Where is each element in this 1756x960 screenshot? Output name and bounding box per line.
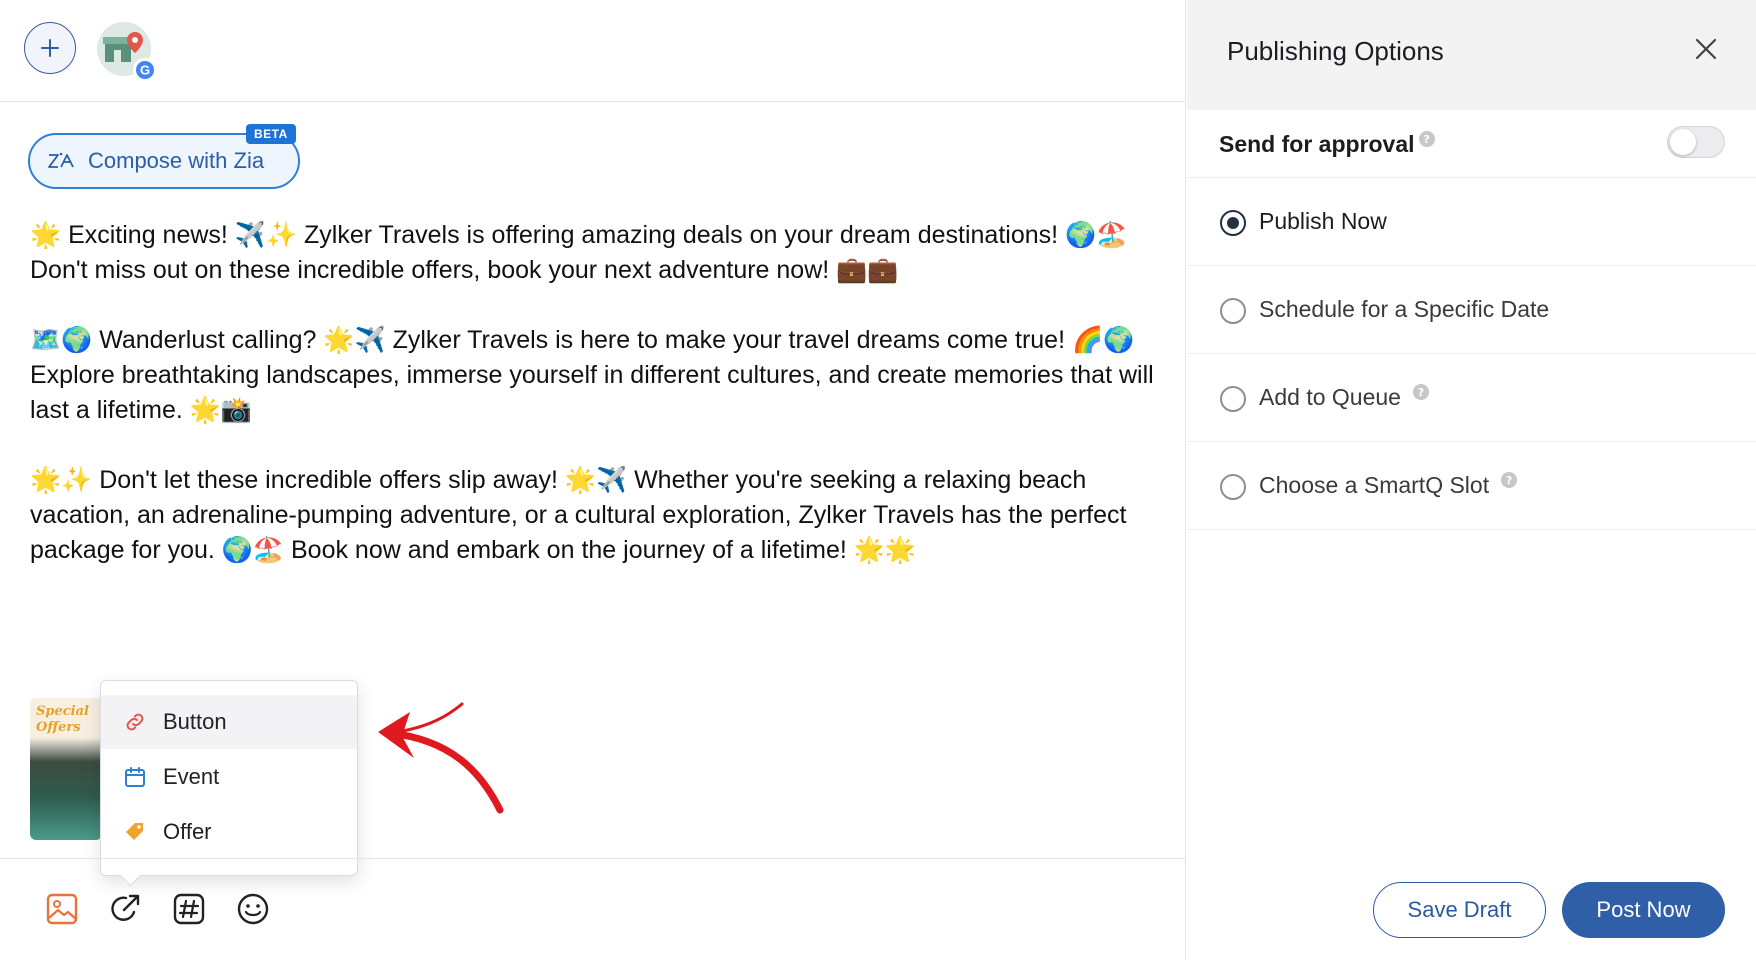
- radio-button[interactable]: [1220, 210, 1246, 236]
- help-icon[interactable]: ?: [1412, 384, 1429, 400]
- add-image-button[interactable]: [42, 889, 82, 929]
- plus-icon: [41, 39, 59, 57]
- option-label: Choose a SmartQ Slot: [1259, 472, 1490, 498]
- option-smartq-slot[interactable]: Choose a SmartQ Slot?: [1187, 442, 1756, 530]
- option-publish-now[interactable]: Publish Now: [1187, 178, 1756, 266]
- hashtag-icon: [173, 893, 205, 925]
- hashtag-button[interactable]: [169, 889, 209, 929]
- profiles-bar: G: [0, 0, 1186, 102]
- menu-item-label: Event: [163, 764, 220, 789]
- close-icon: [1695, 38, 1717, 60]
- zia-label: Compose with Zia: [88, 148, 265, 173]
- tag-icon: [123, 820, 147, 844]
- save-draft-button[interactable]: Save Draft: [1373, 882, 1546, 938]
- zia-icon: [48, 152, 74, 168]
- post-now-button[interactable]: Post Now: [1562, 882, 1725, 938]
- emoji-button[interactable]: [233, 889, 273, 929]
- help-icon[interactable]: ?: [1501, 472, 1518, 488]
- radio-button[interactable]: [1220, 474, 1246, 500]
- menu-item-event[interactable]: Event: [101, 750, 357, 804]
- menu-item-label: Offer: [163, 819, 212, 844]
- post-paragraph: 🌟✨ Don't let these incredible offers sli…: [30, 466, 1127, 564]
- close-button[interactable]: [1689, 32, 1723, 66]
- action-type-menu: Button Event Offer: [100, 680, 358, 876]
- option-schedule-date[interactable]: Schedule for a Specific Date: [1187, 266, 1756, 354]
- approval-toggle[interactable]: [1667, 126, 1725, 158]
- action-arrow-icon: [111, 894, 140, 921]
- publishing-options-panel: Publishing Options Send for approval? Pu…: [1187, 0, 1756, 960]
- image-icon: [46, 893, 78, 925]
- option-add-to-queue[interactable]: Add to Queue?: [1187, 354, 1756, 442]
- link-icon: [123, 710, 147, 734]
- add-profile-button[interactable]: [24, 22, 76, 74]
- toggle-knob: [1670, 129, 1696, 155]
- send-for-approval-row: Send for approval?: [1187, 110, 1756, 178]
- svg-text:G: G: [140, 63, 150, 78]
- approval-label-text: Send for approval: [1219, 131, 1415, 157]
- gbp-profile-avatar[interactable]: G: [97, 22, 157, 82]
- help-icon[interactable]: ?: [1418, 131, 1435, 147]
- panel-header: Publishing Options: [1187, 0, 1756, 110]
- option-label-wrap: Add to Queue?: [1259, 384, 1429, 411]
- attached-image-thumbnail[interactable]: Special Offers: [30, 698, 102, 840]
- option-label: Schedule for a Specific Date: [1259, 296, 1550, 322]
- post-text-editor[interactable]: 🌟 Exciting news! ✈️✨ Zylker Travels is o…: [30, 218, 1170, 603]
- beta-badge: BETA: [246, 124, 296, 144]
- menu-item-button[interactable]: Button: [101, 695, 357, 749]
- send-for-approval-label: Send for approval?: [1219, 131, 1435, 158]
- panel-title: Publishing Options: [1227, 36, 1444, 66]
- google-badge-icon: G: [133, 58, 157, 82]
- menu-item-offer[interactable]: Offer: [101, 805, 357, 859]
- post-composer: G Compose with Zia BETA 🌟 Exciting news!…: [0, 0, 1186, 960]
- emoji-icon: [237, 893, 269, 925]
- option-label: Publish Now: [1259, 208, 1387, 234]
- post-paragraph: 🗺️🌍 Wanderlust calling? 🌟✈️ Zylker Trave…: [30, 326, 1154, 424]
- menu-item-label: Button: [163, 709, 227, 734]
- option-label-wrap: Choose a SmartQ Slot?: [1259, 472, 1518, 499]
- calendar-icon: [123, 765, 147, 789]
- radio-button[interactable]: [1220, 386, 1246, 412]
- thumbnail-text: Special Offers: [36, 704, 89, 735]
- post-paragraph: 🌟 Exciting news! ✈️✨ Zylker Travels is o…: [30, 221, 1128, 284]
- annotation-arrow-icon: [378, 702, 504, 814]
- composer-toolbar: [0, 858, 1186, 960]
- add-action-button[interactable]: [105, 889, 145, 929]
- option-label: Add to Queue: [1259, 384, 1401, 410]
- radio-button[interactable]: [1220, 298, 1246, 324]
